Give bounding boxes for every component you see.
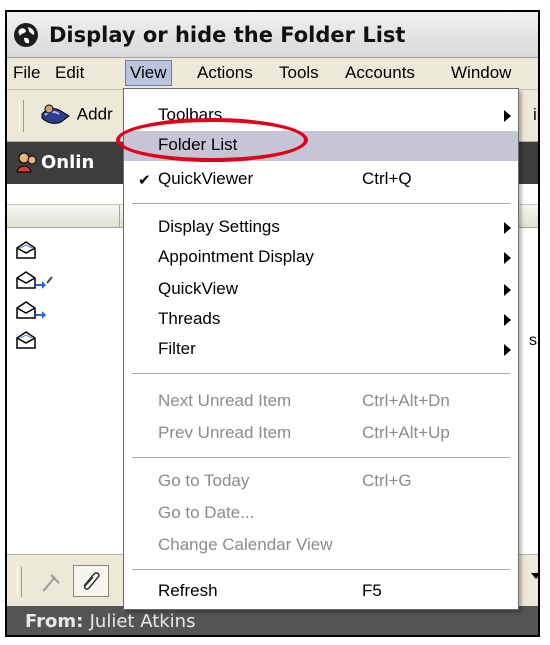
menu-edit[interactable]: Edit xyxy=(55,63,84,83)
screenshot-frame: Display or hide the Folder List File Edi… xyxy=(0,0,550,645)
menu-item-label: Toolbars xyxy=(158,105,223,124)
view-menu-dropdown: Toolbars Folder List ✔ QuickViewer Ctrl+… xyxy=(123,88,519,610)
online-users-icon xyxy=(16,152,37,173)
address-book-label: Addr xyxy=(76,104,113,124)
menu-item-label: Prev Unread Item xyxy=(158,423,292,442)
menu-item-threads[interactable]: Threads xyxy=(124,305,518,335)
submenu-arrow-icon xyxy=(504,314,511,326)
menu-separator xyxy=(132,203,510,205)
chevron-down-icon[interactable] xyxy=(531,573,538,579)
menu-item-quickview[interactable]: QuickView xyxy=(124,275,518,305)
menu-item-change-calendar-view[interactable]: Change Calendar View xyxy=(124,531,518,561)
menu-item-refresh[interactable]: Refresh F5 xyxy=(124,577,518,607)
submenu-arrow-icon xyxy=(504,284,511,296)
menu-file[interactable]: File xyxy=(13,63,40,83)
list-item-right-fragment: s> xyxy=(529,332,538,349)
menu-item-label: Appointment Display xyxy=(158,247,314,266)
menu-item-label: Change Calendar View xyxy=(158,535,333,554)
preview-header: From: Juliet Atkins xyxy=(7,606,538,635)
menu-item-prev-unread[interactable]: Prev Unread Item Ctrl+Alt+Up xyxy=(124,419,518,449)
menu-item-go-to-date[interactable]: Go to Date... xyxy=(124,499,518,529)
menu-item-shortcut: F5 xyxy=(362,581,382,600)
globe-app-icon xyxy=(14,23,38,47)
toolbar-grip[interactable] xyxy=(19,100,24,132)
open-envelope-icon xyxy=(16,331,36,349)
menu-item-folder-list[interactable]: Folder List xyxy=(124,131,518,161)
menu-tools[interactable]: Tools xyxy=(279,63,319,83)
menu-item-shortcut: Ctrl+Alt+Dn xyxy=(362,391,450,410)
menu-bar: File Edit View Actions Tools Accounts Wi… xyxy=(7,58,538,90)
menu-item-label: Threads xyxy=(158,309,221,328)
column-header-icons[interactable] xyxy=(7,205,120,227)
menu-item-display-settings[interactable]: Display Settings xyxy=(124,213,518,243)
submenu-arrow-icon xyxy=(504,344,511,356)
pin-icon[interactable] xyxy=(37,567,67,597)
submenu-arrow-icon xyxy=(504,252,511,264)
menu-item-label: QuickViewer xyxy=(158,169,254,188)
toolbar-right-fragment: il xyxy=(533,105,540,124)
window-title: Display or hide the Folder List xyxy=(49,23,406,47)
menu-item-filter[interactable]: Filter xyxy=(124,335,518,365)
submenu-arrow-icon xyxy=(504,110,511,122)
checkmark-icon: ✔ xyxy=(138,171,151,189)
attachment-button[interactable] xyxy=(73,565,109,597)
menu-item-label: Refresh xyxy=(158,581,218,600)
menu-separator xyxy=(132,457,510,459)
menu-item-shortcut: Ctrl+G xyxy=(362,471,412,490)
forwarded-envelope-icon xyxy=(16,271,53,289)
menu-item-toolbars[interactable]: Toolbars xyxy=(124,101,518,131)
menu-item-label: Filter xyxy=(158,339,196,358)
open-envelope-icon xyxy=(16,241,36,259)
title-bar: Display or hide the Folder List xyxy=(7,12,538,58)
menu-item-shortcut: Ctrl+Alt+Up xyxy=(362,423,450,442)
menu-separator xyxy=(132,373,510,375)
menu-window[interactable]: Window xyxy=(451,63,511,83)
menu-accounts[interactable]: Accounts xyxy=(345,63,415,83)
menu-item-appointment-display[interactable]: Appointment Display xyxy=(124,243,518,273)
menu-item-label: Go to Today xyxy=(158,471,250,490)
from-label: From: xyxy=(25,611,84,632)
from-field: From: Juliet Atkins xyxy=(25,611,195,632)
menu-item-quickviewer[interactable]: ✔ QuickViewer Ctrl+Q xyxy=(124,165,518,195)
menu-item-label: Display Settings xyxy=(158,217,280,236)
bottom-toolbar-grip[interactable] xyxy=(17,567,22,597)
menu-item-label: QuickView xyxy=(158,279,238,298)
menu-item-label: Next Unread Item xyxy=(158,391,292,410)
menu-item-next-unread[interactable]: Next Unread Item Ctrl+Alt+Dn xyxy=(124,387,518,417)
address-book-icon xyxy=(41,104,70,124)
submenu-arrow-icon xyxy=(504,222,511,234)
menu-item-go-to-today[interactable]: Go to Today Ctrl+G xyxy=(124,467,518,497)
menu-item-label: Folder List xyxy=(158,135,238,154)
address-book-button[interactable]: Addr xyxy=(39,102,113,128)
menu-item-shortcut: Ctrl+Q xyxy=(362,169,412,188)
menu-item-label: Go to Date... xyxy=(158,503,255,522)
menu-actions[interactable]: Actions xyxy=(197,63,253,83)
paperclip-icon xyxy=(83,572,100,590)
from-value: Juliet Atkins xyxy=(89,611,196,632)
menu-separator xyxy=(132,569,510,571)
menu-view[interactable]: View xyxy=(125,60,172,86)
panel-title: Onlin xyxy=(41,152,95,173)
replied-envelope-icon xyxy=(16,301,46,319)
